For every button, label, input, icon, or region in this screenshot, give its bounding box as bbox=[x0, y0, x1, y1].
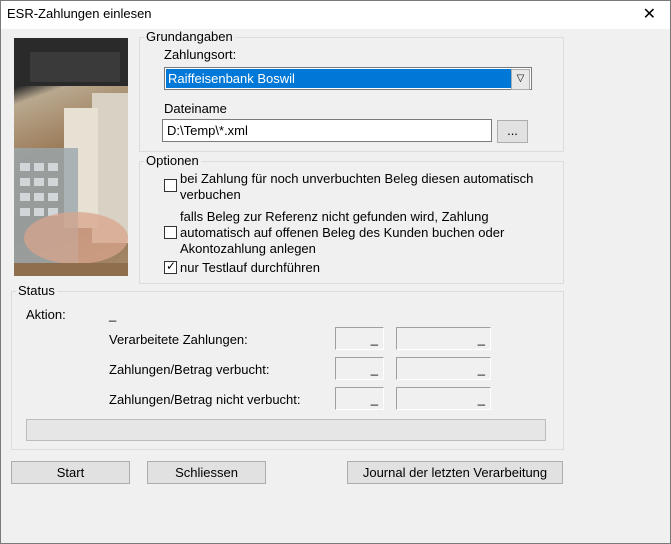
dialog-window: ESR-Zahlungen einlesen ✕ Grundangaben Za… bbox=[0, 0, 671, 544]
start-button[interactable]: Start bbox=[11, 461, 130, 484]
title-bar: ESR-Zahlungen einlesen ✕ bbox=[1, 1, 670, 29]
aktion-label: Aktion: bbox=[26, 307, 66, 322]
option2-line1: falls Beleg zur Referenz nicht gefunden … bbox=[180, 209, 489, 224]
option1-checkbox[interactable] bbox=[164, 179, 177, 192]
close-icon[interactable]: ✕ bbox=[643, 4, 656, 24]
verarbeitete-label: Verarbeitete Zahlungen: bbox=[109, 332, 248, 347]
verbucht-label: Zahlungen/Betrag verbucht: bbox=[109, 362, 270, 377]
option3-label: nur Testlauf durchführen bbox=[180, 260, 320, 275]
progress-bar bbox=[26, 419, 546, 441]
grundangaben-label: Grundangaben bbox=[144, 29, 235, 44]
checkmark-icon: ✓ bbox=[166, 259, 177, 273]
verarbeitete-count: _ bbox=[335, 327, 384, 350]
status-label: Status bbox=[16, 283, 57, 298]
option2-line3: Akontozahlung anlegen bbox=[180, 241, 316, 256]
dialog-photo bbox=[14, 38, 128, 276]
nicht-verbucht-amount: _ bbox=[396, 387, 491, 410]
verarbeitete-amount: _ bbox=[396, 327, 491, 350]
journal-button[interactable]: Journal der letzten Verarbeitung bbox=[347, 461, 563, 484]
nicht-verbucht-count: _ bbox=[335, 387, 384, 410]
browse-button[interactable]: ... bbox=[497, 120, 528, 143]
dateiname-label: Dateiname bbox=[164, 101, 227, 116]
chevron-down-icon[interactable]: ▽ bbox=[511, 69, 530, 90]
window-title: ESR-Zahlungen einlesen bbox=[7, 6, 152, 21]
zahlungsort-select[interactable]: Raiffeisenbank Boswil ▽ bbox=[164, 67, 532, 90]
dateiname-input[interactable]: D:\Temp\*.xml bbox=[162, 119, 492, 142]
optionen-label: Optionen bbox=[144, 153, 201, 168]
verbucht-count: _ bbox=[335, 357, 384, 380]
option3-checkbox[interactable]: ✓ bbox=[164, 259, 177, 274]
nicht-verbucht-label: Zahlungen/Betrag nicht verbucht: bbox=[109, 392, 301, 407]
close-button[interactable]: Schliessen bbox=[147, 461, 266, 484]
aktion-value: _ bbox=[109, 307, 117, 322]
option1-line1: bei Zahlung für noch unverbuchten Beleg … bbox=[180, 171, 534, 186]
zahlungsort-label: Zahlungsort: bbox=[164, 47, 237, 62]
option1-line2: verbuchen bbox=[180, 187, 241, 202]
photo-illustration bbox=[14, 38, 128, 276]
option2-checkbox[interactable] bbox=[164, 226, 177, 239]
verbucht-amount: _ bbox=[396, 357, 491, 380]
option2-line2: automatisch auf offenen Beleg des Kunden… bbox=[180, 225, 505, 240]
zahlungsort-value: Raiffeisenbank Boswil bbox=[166, 69, 511, 88]
